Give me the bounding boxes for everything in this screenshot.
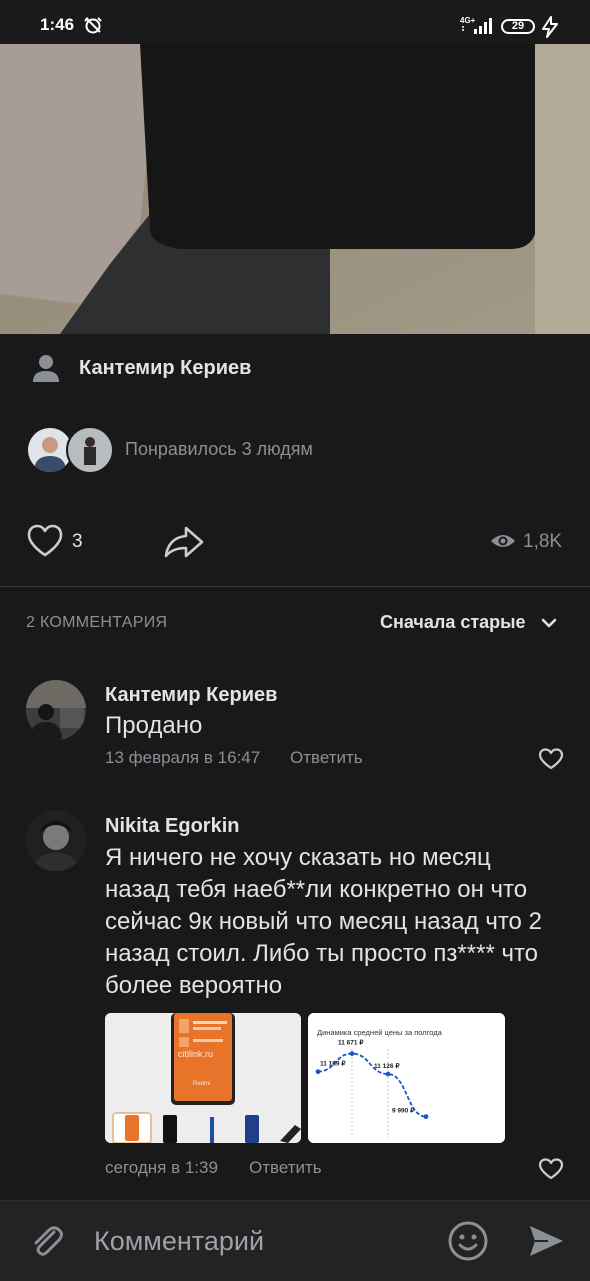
chart-point — [423, 1114, 429, 1120]
comment-text-line: Я ничего не хочу сказать но месяц — [105, 844, 491, 871]
comment-text-line: назад стоил. Либо ты просто пз**** что — [105, 940, 539, 967]
chart-data-label: 11 189 ₽ — [320, 1060, 346, 1068]
chevron-down-icon[interactable] — [540, 614, 558, 632]
comment-text-line: сейчас 9к новый что месяц назад что 2 — [105, 908, 542, 935]
comment-avatar[interactable] — [26, 680, 86, 740]
views-count: 1,8K — [523, 531, 563, 552]
comment-author[interactable]: Кантемир Кериев — [105, 684, 277, 707]
likes-summary[interactable]: Понравилось 3 людям — [125, 439, 313, 460]
chart-data-label: 9 990 ₽ — [392, 1107, 415, 1115]
comment-date: сегодня в 1:39 — [105, 1158, 218, 1177]
attachment-price-chart[interactable]: Динамика средней цены за полгода 11 189 … — [308, 1013, 505, 1143]
comment-date: 13 февраля в 16:47 — [105, 748, 261, 767]
comment-author[interactable]: Nikita Egorkin — [105, 815, 239, 838]
like-count: 3 — [72, 531, 83, 552]
comment-input[interactable]: Комментарий — [94, 1226, 264, 1257]
share-button[interactable] — [162, 522, 206, 562]
comment-input-bar — [0, 1200, 590, 1281]
battery-level: 29 — [511, 20, 525, 32]
emoji-icon[interactable] — [447, 1220, 489, 1262]
chart-data-label: 11 671 ₽ — [338, 1039, 364, 1047]
chart-point — [385, 1071, 391, 1077]
divider — [0, 586, 590, 587]
post-author-name[interactable]: Кантемир Кериев — [79, 357, 251, 380]
comment-like-button[interactable] — [538, 747, 564, 771]
battery-icon: 29 — [501, 19, 535, 34]
like-button[interactable] — [26, 523, 64, 559]
reply-button[interactable]: Ответить — [249, 1158, 322, 1178]
chart-data-label: 11 126 ₽ — [374, 1062, 400, 1070]
user-icon — [33, 355, 59, 382]
charging-icon — [542, 16, 558, 38]
comment-text: Продано — [105, 712, 203, 739]
send-icon[interactable] — [526, 1222, 566, 1260]
comment-text-line: назад тебя наеб**ли конкретно он что — [105, 876, 528, 903]
signal-icon: 4G+ — [460, 16, 492, 34]
chart-title: Динамика средней цены за полгода — [317, 1028, 443, 1037]
brand-text: Redmi — [193, 1081, 210, 1087]
attach-icon[interactable] — [28, 1222, 66, 1260]
sort-button[interactable]: Сначала старые — [380, 612, 526, 633]
alarm-off-icon — [84, 17, 102, 34]
post-photo[interactable] — [0, 44, 590, 334]
reply-button[interactable]: Ответить — [290, 748, 363, 768]
status-time: 1:46 — [40, 15, 75, 34]
comment-avatar[interactable] — [26, 811, 86, 871]
comment-like-button[interactable] — [538, 1157, 564, 1181]
comment-text-line: более вероятно — [105, 972, 283, 999]
comments-count: 2 КОММЕНТАРИЯ — [26, 614, 168, 631]
liker-avatar[interactable] — [66, 426, 114, 474]
comment-text: Я ничего не хочу сказать но месяц назад … — [105, 842, 542, 1002]
chart-point — [349, 1051, 355, 1056]
network-label: 4G+ — [460, 16, 476, 25]
chart-point — [315, 1069, 321, 1075]
watermark-text: citilink.ru — [178, 1049, 213, 1059]
views-icon — [491, 535, 515, 547]
attachment-image-phone[interactable]: citilink.ru Redmi — [105, 1013, 301, 1143]
